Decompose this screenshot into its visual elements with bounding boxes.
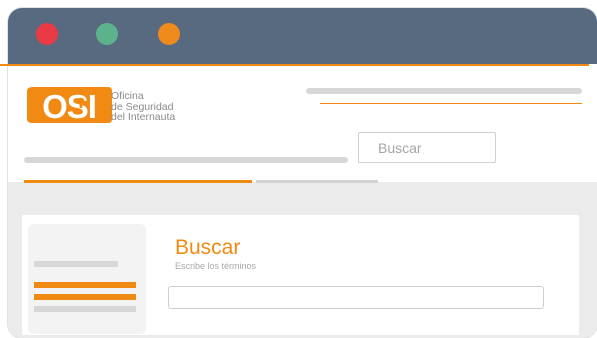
tab-active[interactable]	[24, 180, 252, 183]
page-title: Buscar	[175, 236, 241, 259]
breadcrumb-placeholder	[24, 157, 348, 163]
close-window-button[interactable]	[36, 23, 58, 45]
minimize-window-button[interactable]	[96, 23, 118, 45]
search-placeholder: Buscar	[378, 140, 422, 156]
logo-text: Oficina de Seguridad del Internauta	[111, 91, 175, 123]
search-terms-input[interactable]	[168, 286, 544, 309]
search-hint: Escribe los términos	[175, 261, 257, 271]
maximize-window-button[interactable]	[158, 23, 180, 45]
window-titlebar	[8, 8, 597, 64]
logo-line-3: del Internauta	[111, 111, 176, 123]
sidebar-item-active-1[interactable]	[34, 282, 136, 288]
tab-inactive[interactable]	[256, 180, 378, 183]
sidebar-panel	[28, 224, 146, 334]
top-nav-placeholder	[306, 88, 582, 94]
sidebar-item-active-2[interactable]	[34, 294, 136, 300]
osi-logo-mark: OSI	[42, 88, 96, 125]
search-input[interactable]: Buscar	[358, 132, 496, 163]
osi-logo[interactable]: OSI	[24, 83, 114, 127]
logo-line-1: Oficina	[111, 90, 144, 102]
sidebar-item-placeholder-2[interactable]	[34, 306, 136, 312]
header-accent-line	[0, 64, 589, 66]
top-nav-underline	[320, 103, 582, 104]
sidebar-item-placeholder[interactable]	[34, 261, 118, 267]
